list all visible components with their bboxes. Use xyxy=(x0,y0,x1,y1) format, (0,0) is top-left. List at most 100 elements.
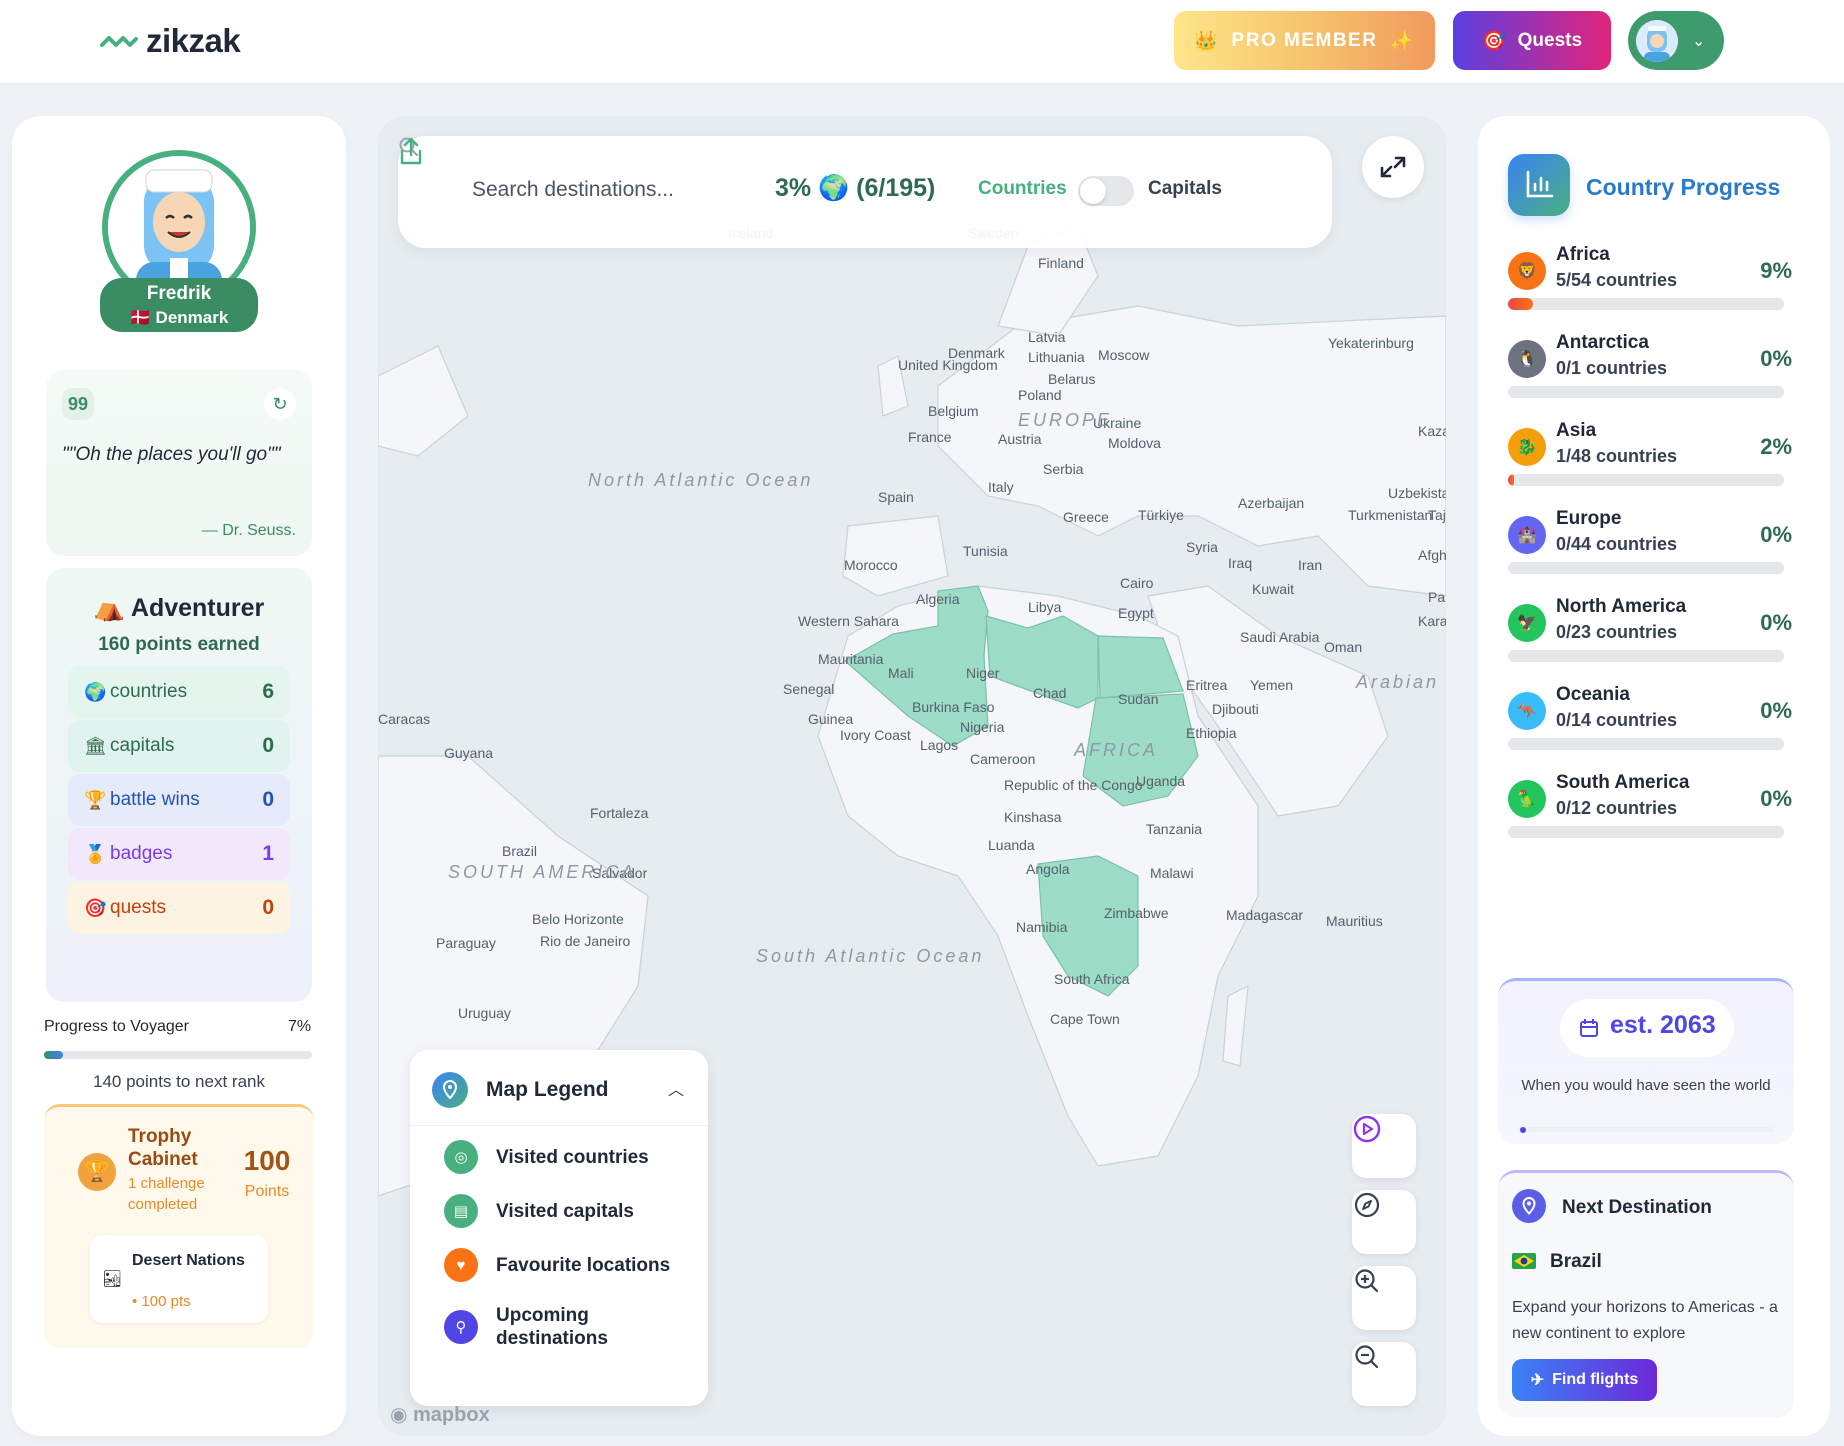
continent-progress-bar xyxy=(1508,650,1784,662)
continent-count: 0/14 countries xyxy=(1556,710,1678,730)
map-label: Ethiopia xyxy=(1186,725,1237,741)
continent-oceania[interactable]: 🦘 Oceania 0/14 countries 0% xyxy=(1508,684,1794,776)
crown-icon: 👑 xyxy=(1194,30,1220,52)
map-label: North Atlantic Ocean xyxy=(588,470,813,490)
world-map[interactable]: IcelandSwedenFinlandDenmarkMoscowYekater… xyxy=(378,116,1446,1436)
country-progress-panel: Country Progress 🦁 Africa 5/54 countries 9%… xyxy=(1478,116,1830,1436)
map-label: Namibia xyxy=(1016,919,1068,935)
continent-africa[interactable]: 🦁 Africa 5/54 countries 9% xyxy=(1508,244,1794,336)
map-label: Fortaleza xyxy=(590,805,649,821)
map-label: Austria xyxy=(998,431,1042,447)
map-label: Morocco xyxy=(844,557,898,573)
trophy-cabinet[interactable]: 🏆 Trophy Cabinet 1 challenge completed 1… xyxy=(44,1104,314,1348)
find-flights-button[interactable]: ✈ Find flights xyxy=(1512,1359,1657,1401)
continent-count: 1/48 countries xyxy=(1556,446,1678,466)
map-label: United Kingdom xyxy=(898,357,998,373)
trophy-item[interactable]: 🏜 Desert Nations • 100 pts xyxy=(90,1235,268,1323)
stat-badges[interactable]: 🏅 badges 1 xyxy=(68,828,290,880)
zoom-in-button[interactable] xyxy=(1352,1266,1416,1330)
next-destination-description: Expand your horizons to Americas - a new… xyxy=(1512,1299,1778,1342)
map-label: Niger xyxy=(966,665,1000,681)
legend-item-label: Visited countries xyxy=(496,1146,649,1168)
map-label: Poland xyxy=(1018,387,1062,403)
building-icon: ▤ xyxy=(444,1194,478,1228)
continent-progress-bar xyxy=(1508,562,1784,574)
estimate-progress-dot xyxy=(1520,1127,1526,1133)
next-destination-title: Next Destination xyxy=(1562,1197,1712,1218)
map-label: Angola xyxy=(1026,861,1070,877)
continent-progress-bar xyxy=(1508,826,1784,838)
map-label: Saudi Arabia xyxy=(1240,629,1320,645)
map-label: Iraq xyxy=(1228,555,1252,571)
progress-fill xyxy=(44,1051,63,1059)
compass-button[interactable] xyxy=(1352,1190,1416,1254)
map-label: Uruguay xyxy=(458,1005,511,1021)
continent-asia[interactable]: 🐉 Asia 1/48 countries 2% xyxy=(1508,420,1794,512)
continent-europe[interactable]: 🏰 Europe 0/44 countries 0% xyxy=(1508,508,1794,600)
zoom-in-icon xyxy=(1355,1269,1379,1293)
map-label: Moldova xyxy=(1108,435,1161,451)
target-icon: 🎯 xyxy=(1481,30,1506,52)
fullscreen-button[interactable] xyxy=(1362,136,1424,198)
map-label: Karachi xyxy=(1418,613,1446,629)
stat-value: 0 xyxy=(262,734,274,757)
toggle-capitals-label[interactable]: Capitals xyxy=(1148,178,1222,200)
quests-button[interactable]: 🎯 Quests xyxy=(1453,11,1611,70)
continent-percent: 0% xyxy=(1760,522,1792,547)
continent-north-america[interactable]: 🦅 North America 0/23 countries 0% xyxy=(1508,596,1794,688)
logo[interactable]: zikzak xyxy=(100,22,241,60)
chevron-up-icon[interactable]: ︿ xyxy=(668,1076,684,1100)
map-label: Sudan xyxy=(1118,691,1158,707)
search-input[interactable] xyxy=(472,168,712,212)
stat-countries[interactable]: 🌍 countries 6 xyxy=(68,666,290,718)
quote-text: ""Oh the places you'll go"" xyxy=(62,444,281,465)
stat-quests[interactable]: 🎯 quests 0 xyxy=(68,882,290,934)
play-animation-button[interactable] xyxy=(1352,1114,1416,1178)
mapbox-attribution[interactable]: ◉ mapbox xyxy=(390,1402,490,1427)
toggle-countries-label[interactable]: Countries xyxy=(978,178,1067,200)
pro-member-button[interactable]: 👑 PRO MEMBER ✨ xyxy=(1174,11,1435,70)
continent-icon: 🏰 xyxy=(1508,516,1546,554)
map-label: Mauritius xyxy=(1326,913,1383,929)
stat-label: badges xyxy=(110,843,173,864)
stat-label: quests xyxy=(110,897,166,918)
map-label: Zimbabwe xyxy=(1104,905,1169,921)
continent-icon: 🐉 xyxy=(1508,428,1546,466)
continent-icon: 🦅 xyxy=(1508,604,1546,642)
continent-progress-fill xyxy=(1508,474,1514,486)
zoom-out-button[interactable] xyxy=(1352,1342,1416,1406)
map-label: Brazil xyxy=(502,843,537,859)
map-label: France xyxy=(908,429,952,445)
avatar xyxy=(1636,19,1678,62)
estimate-pill: est. 2063 xyxy=(1560,999,1734,1057)
map-label: Oman xyxy=(1324,639,1362,655)
continent-antarctica[interactable]: 🐧 Antarctica 0/1 countries 0% xyxy=(1508,332,1794,424)
continent-icon: 🦁 xyxy=(1508,252,1546,290)
stat-capitals[interactable]: 🏛 capitals 0 xyxy=(68,720,290,772)
map-label: Kinshasa xyxy=(1004,809,1062,825)
trophy-points-label: Points xyxy=(244,1183,290,1200)
countries-capitals-toggle[interactable] xyxy=(1078,176,1134,206)
continent-name: Antarctica xyxy=(1556,332,1649,353)
rank-title: ⛺ Adventurer xyxy=(46,594,312,623)
stat-icon: 🏅 xyxy=(84,843,107,864)
legend-item-label: Visited capitals xyxy=(496,1200,634,1222)
legend-header[interactable]: Map Legend ︿ xyxy=(410,1050,708,1126)
map-label: Eritrea xyxy=(1186,677,1227,693)
map-label: Azerbaijan xyxy=(1238,495,1304,511)
continent-icon: 🦘 xyxy=(1508,692,1546,730)
user-menu-button[interactable]: ⌄ xyxy=(1628,11,1724,70)
continent-south-america[interactable]: 🦜 South America 0/12 countries 0% xyxy=(1508,772,1794,864)
play-icon xyxy=(1353,1115,1381,1143)
profile-name: Fredrik xyxy=(146,283,212,304)
zoom-out-icon xyxy=(1355,1345,1379,1369)
share-icon[interactable] xyxy=(398,136,424,166)
map-label: Western Sahara xyxy=(798,613,899,629)
continent-progress-bar xyxy=(1508,298,1784,310)
map-label: Lagos xyxy=(920,737,958,753)
rank-points: 160 points earned xyxy=(98,634,260,655)
profile-country: 🇩🇰 Denmark xyxy=(129,308,229,327)
continent-name: Europe xyxy=(1556,508,1622,529)
refresh-quote-icon[interactable]: ↻ xyxy=(264,388,296,420)
stat-battle-wins[interactable]: 🏆 battle wins 0 xyxy=(68,774,290,826)
